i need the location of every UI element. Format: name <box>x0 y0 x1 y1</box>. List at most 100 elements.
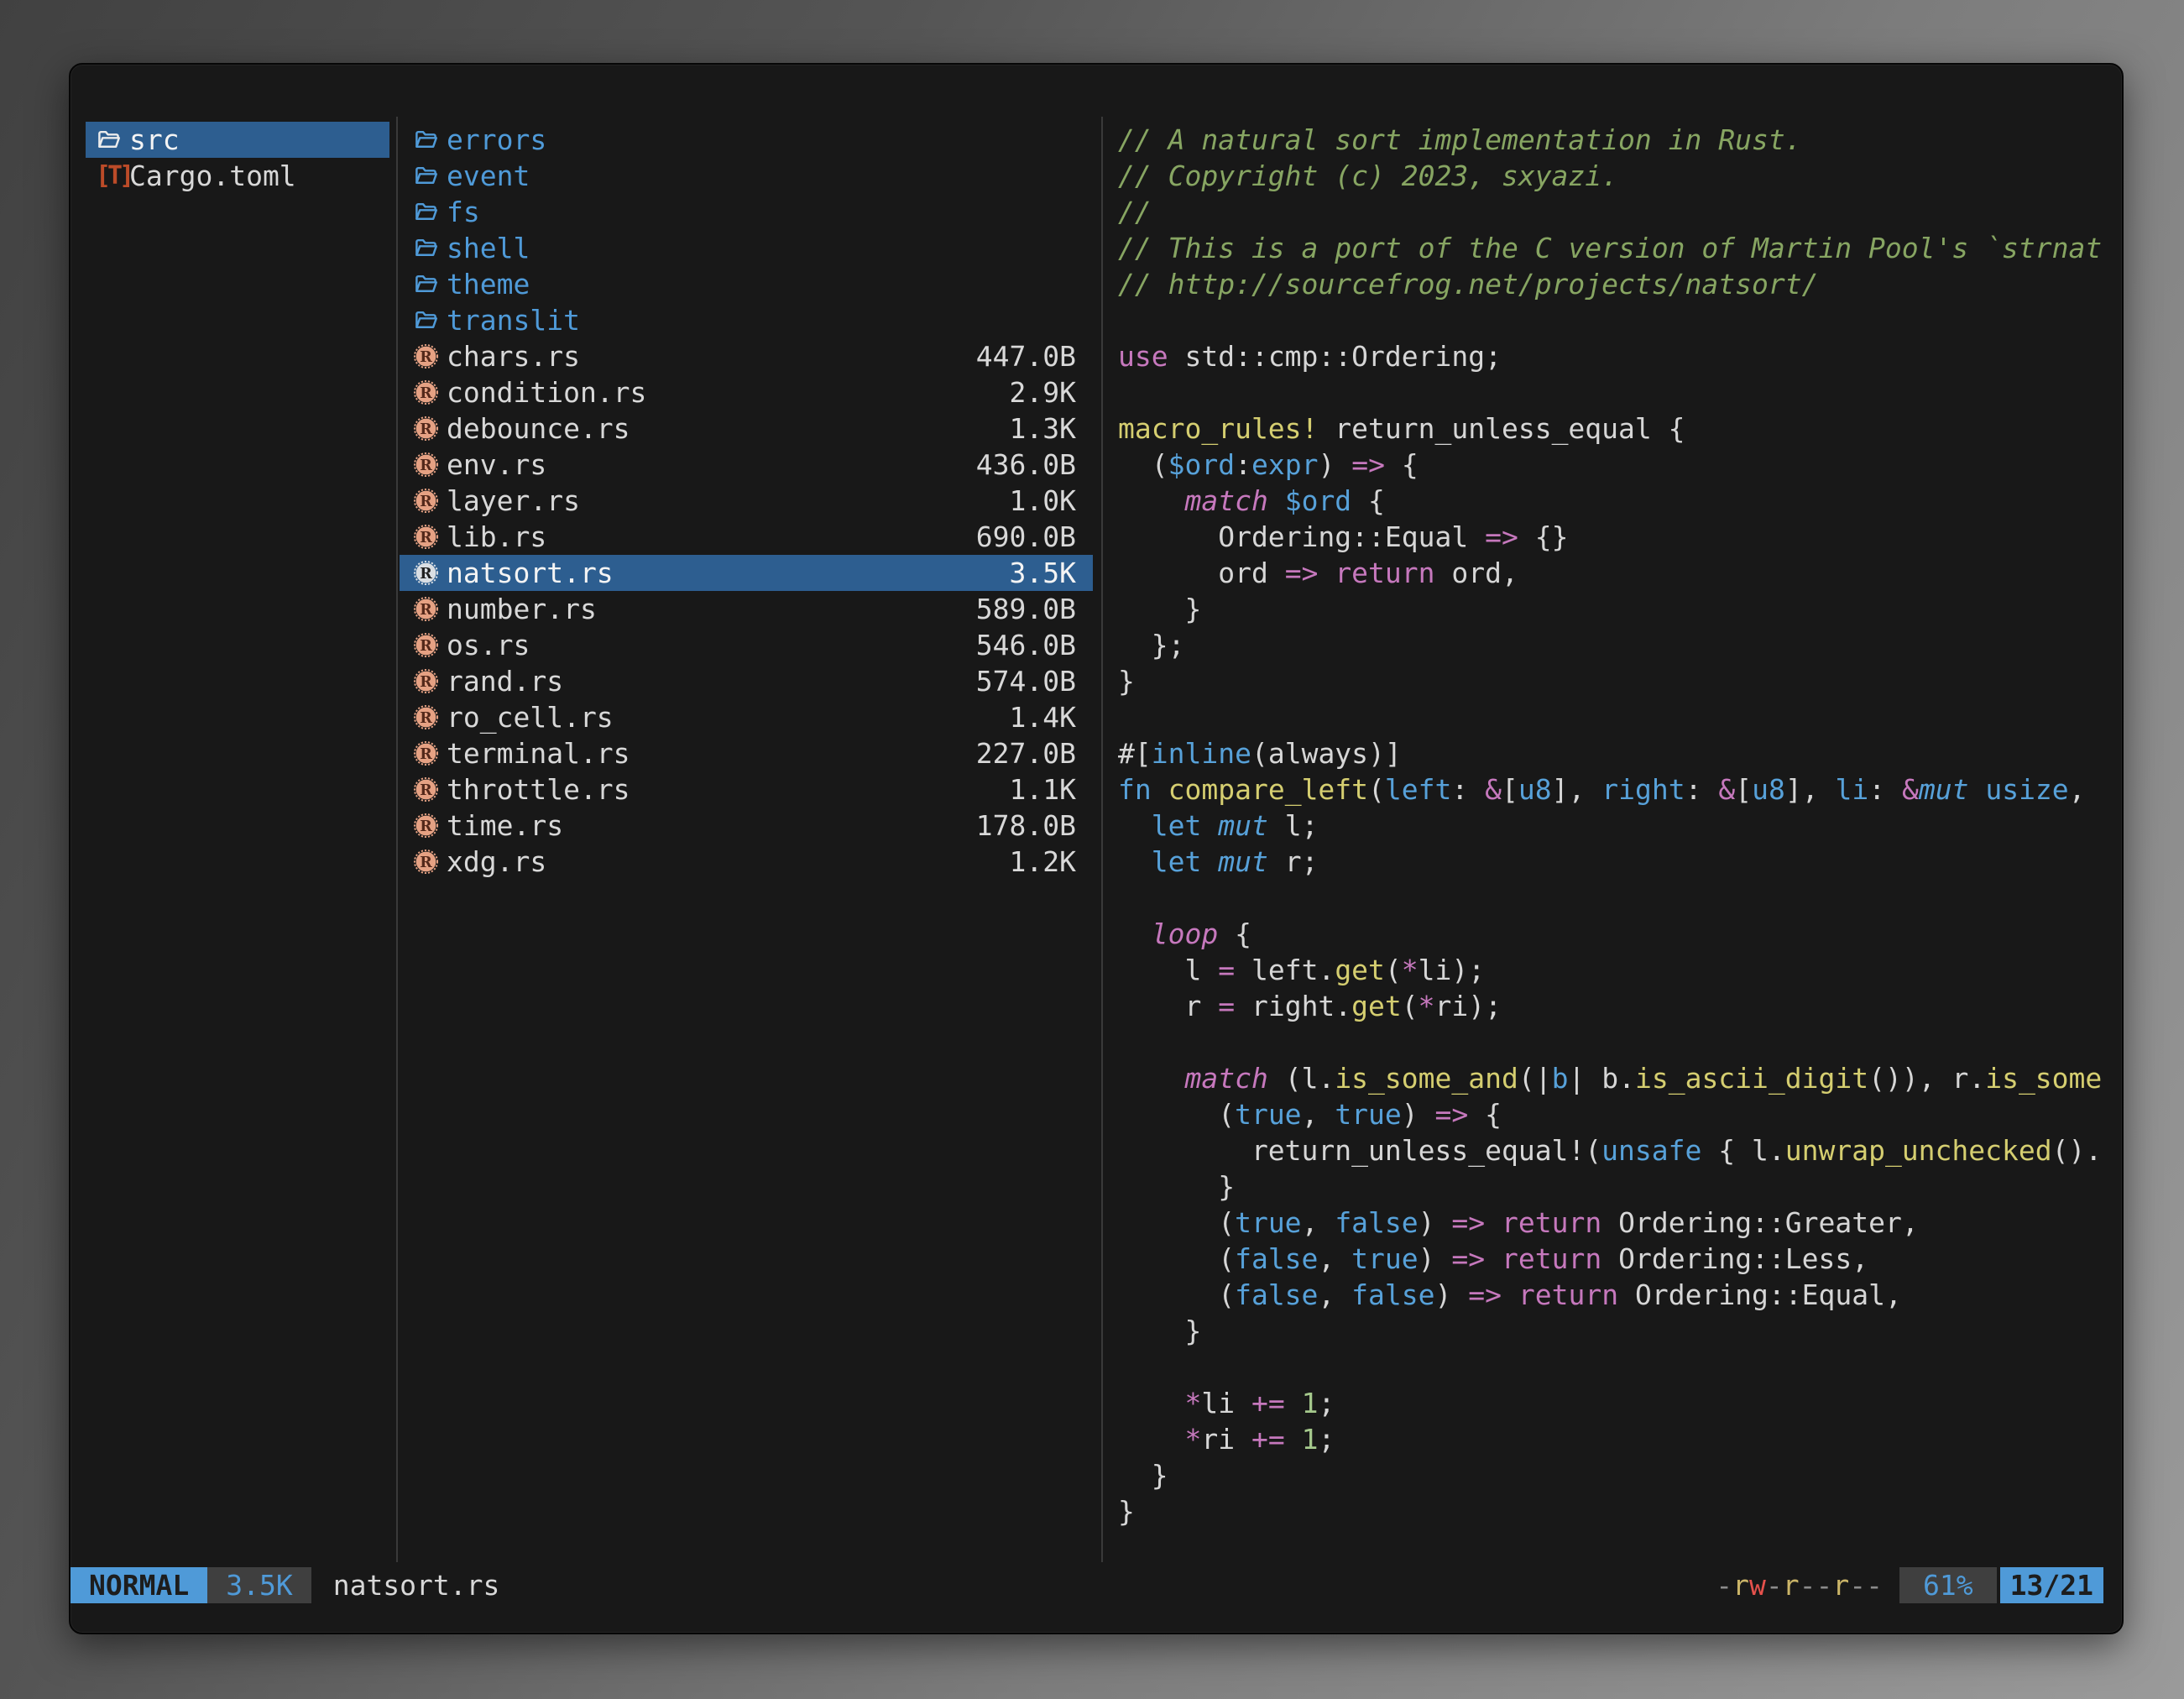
file-size: 227.0B <box>976 737 1076 770</box>
svg-text:R: R <box>420 746 432 763</box>
rust-file-icon: R <box>413 704 439 730</box>
code-line: r = right.get(*ri); <box>1118 988 2119 1024</box>
rust-file-icon: R <box>413 776 439 802</box>
code-line: match $ord { <box>1118 483 2119 519</box>
code-line: *ri += 1; <box>1118 1421 2119 1457</box>
code-line: loop { <box>1118 916 2119 952</box>
code-line: let mut l; <box>1118 808 2119 844</box>
code-line: }; <box>1118 627 2119 663</box>
dir-row[interactable]: errors <box>400 122 1093 158</box>
code-line: fn compare_left(left: &[u8], right: &[u8… <box>1118 771 2119 808</box>
file-row[interactable]: R debounce.rs1.3K <box>400 410 1093 447</box>
file-row[interactable]: R time.rs178.0B <box>400 808 1093 844</box>
file-size: 178.0B <box>976 809 1076 842</box>
svg-text:R: R <box>420 566 432 583</box>
file-name: env.rs <box>447 448 546 481</box>
file-row[interactable]: R layer.rs1.0K <box>400 483 1093 519</box>
file-name: fs <box>447 196 480 228</box>
rust-file-icon: R <box>413 560 439 586</box>
file-row[interactable]: R xdg.rs1.2K <box>400 844 1093 880</box>
file-name: theme <box>447 268 530 301</box>
rust-file-icon: R <box>413 740 439 766</box>
dir-row[interactable]: fs <box>400 194 1093 230</box>
code-line: Ordering::Equal => {} <box>1118 519 2119 555</box>
code-line: // This is a port of the C version of Ma… <box>1118 230 2119 266</box>
rust-file-icon: R <box>413 343 439 369</box>
desktop-background: src[T]Cargo.toml errors event fs shell t… <box>0 0 2184 1699</box>
file-size: 1.0K <box>1010 484 1076 517</box>
file-row[interactable]: R natsort.rs 3.5K <box>400 555 1093 591</box>
dir-row[interactable]: translit <box>400 302 1093 338</box>
rust-file-icon: R <box>413 596 439 622</box>
file-row[interactable]: R os.rs546.0B <box>400 627 1093 663</box>
svg-text:R: R <box>420 385 432 402</box>
code-line: // A natural sort implementation in Rust… <box>1118 122 2119 158</box>
svg-text:R: R <box>420 421 432 438</box>
file-row[interactable]: R chars.rs 447.0B <box>400 338 1093 374</box>
file-row[interactable]: R rand.rs574.0B <box>400 663 1093 699</box>
svg-text:R: R <box>420 818 432 835</box>
code-line <box>1118 302 2119 338</box>
file-size: 447.0B <box>976 340 1076 373</box>
code-line: } <box>1118 591 2119 627</box>
rust-file-icon: R <box>413 524 439 550</box>
dir-row[interactable]: src <box>86 122 389 158</box>
file-name: layer.rs <box>447 484 580 517</box>
pane-divider <box>1101 117 1103 1562</box>
yazi-window: src[T]Cargo.toml errors event fs shell t… <box>69 63 2124 1634</box>
file-size: 436.0B <box>976 448 1076 481</box>
file-name: translit <box>447 304 580 337</box>
file-name: number.rs <box>447 593 597 625</box>
file-size: 1.3K <box>1010 412 1076 445</box>
svg-text:R: R <box>420 602 432 619</box>
status-filename: natsort.rs <box>333 1567 500 1603</box>
file-row[interactable]: R lib.rs690.0B <box>400 519 1093 555</box>
file-size: 2.9K <box>1010 376 1076 409</box>
file-row[interactable]: [T]Cargo.toml <box>86 158 389 194</box>
code-line: #[inline(always)] <box>1118 735 2119 771</box>
rust-file-icon: R <box>413 668 439 694</box>
file-name: chars.rs <box>447 340 580 373</box>
file-row[interactable]: R number.rs 589.0B <box>400 591 1093 627</box>
code-line: ($ord:expr) => { <box>1118 447 2119 483</box>
code-line: } <box>1118 1168 2119 1205</box>
file-name: rand.rs <box>447 665 563 698</box>
code-line: (false, false) => return Ordering::Equal… <box>1118 1277 2119 1313</box>
file-name: condition.rs <box>447 376 646 409</box>
file-size: 1.1K <box>1010 773 1076 806</box>
code-line <box>1118 699 2119 735</box>
dir-row[interactable]: event <box>400 158 1093 194</box>
file-row[interactable]: R throttle.rs 1.1K <box>400 771 1093 808</box>
file-row[interactable]: R terminal.rs227.0B <box>400 735 1093 771</box>
code-line: ord => return ord, <box>1118 555 2119 591</box>
code-line: // http://sourcefrog.net/projects/natsor… <box>1118 266 2119 302</box>
code-line: // Copyright (c) 2023, sxyazi. <box>1118 158 2119 194</box>
file-name: lib.rs <box>447 520 546 553</box>
file-size: 1.2K <box>1010 845 1076 878</box>
file-name: Cargo.toml <box>129 159 296 192</box>
file-size: 546.0B <box>976 629 1076 661</box>
code-line: // <box>1118 194 2119 230</box>
file-size-badge: 3.5K <box>207 1567 311 1603</box>
code-line: let mut r; <box>1118 844 2119 880</box>
file-row[interactable]: R ro_cell.rs1.4K <box>400 699 1093 735</box>
rust-file-icon: R <box>413 379 439 405</box>
dir-row[interactable]: shell <box>400 230 1093 266</box>
code-line: return_unless_equal!(unsafe { l.unwrap_u… <box>1118 1132 2119 1168</box>
file-name: throttle.rs <box>447 773 630 806</box>
file-row[interactable]: R env.rs436.0B <box>400 447 1093 483</box>
file-size: 3.5K <box>1010 557 1076 589</box>
code-line: match (l.is_some_and(|b| b.is_ascii_digi… <box>1118 1060 2119 1096</box>
file-size: 589.0B <box>976 593 1076 625</box>
code-line <box>1118 880 2119 916</box>
file-name: natsort.rs <box>447 557 614 589</box>
dir-row[interactable]: theme <box>400 266 1093 302</box>
svg-text:R: R <box>420 855 432 871</box>
folder-icon <box>413 163 439 189</box>
rust-file-icon: R <box>413 632 439 658</box>
pane-divider <box>396 117 398 1562</box>
folder-icon <box>413 235 439 261</box>
code-line: (true, false) => return Ordering::Greate… <box>1118 1205 2119 1241</box>
file-row[interactable]: R condition.rs 2.9K <box>400 374 1093 410</box>
code-line: } <box>1118 1457 2119 1493</box>
